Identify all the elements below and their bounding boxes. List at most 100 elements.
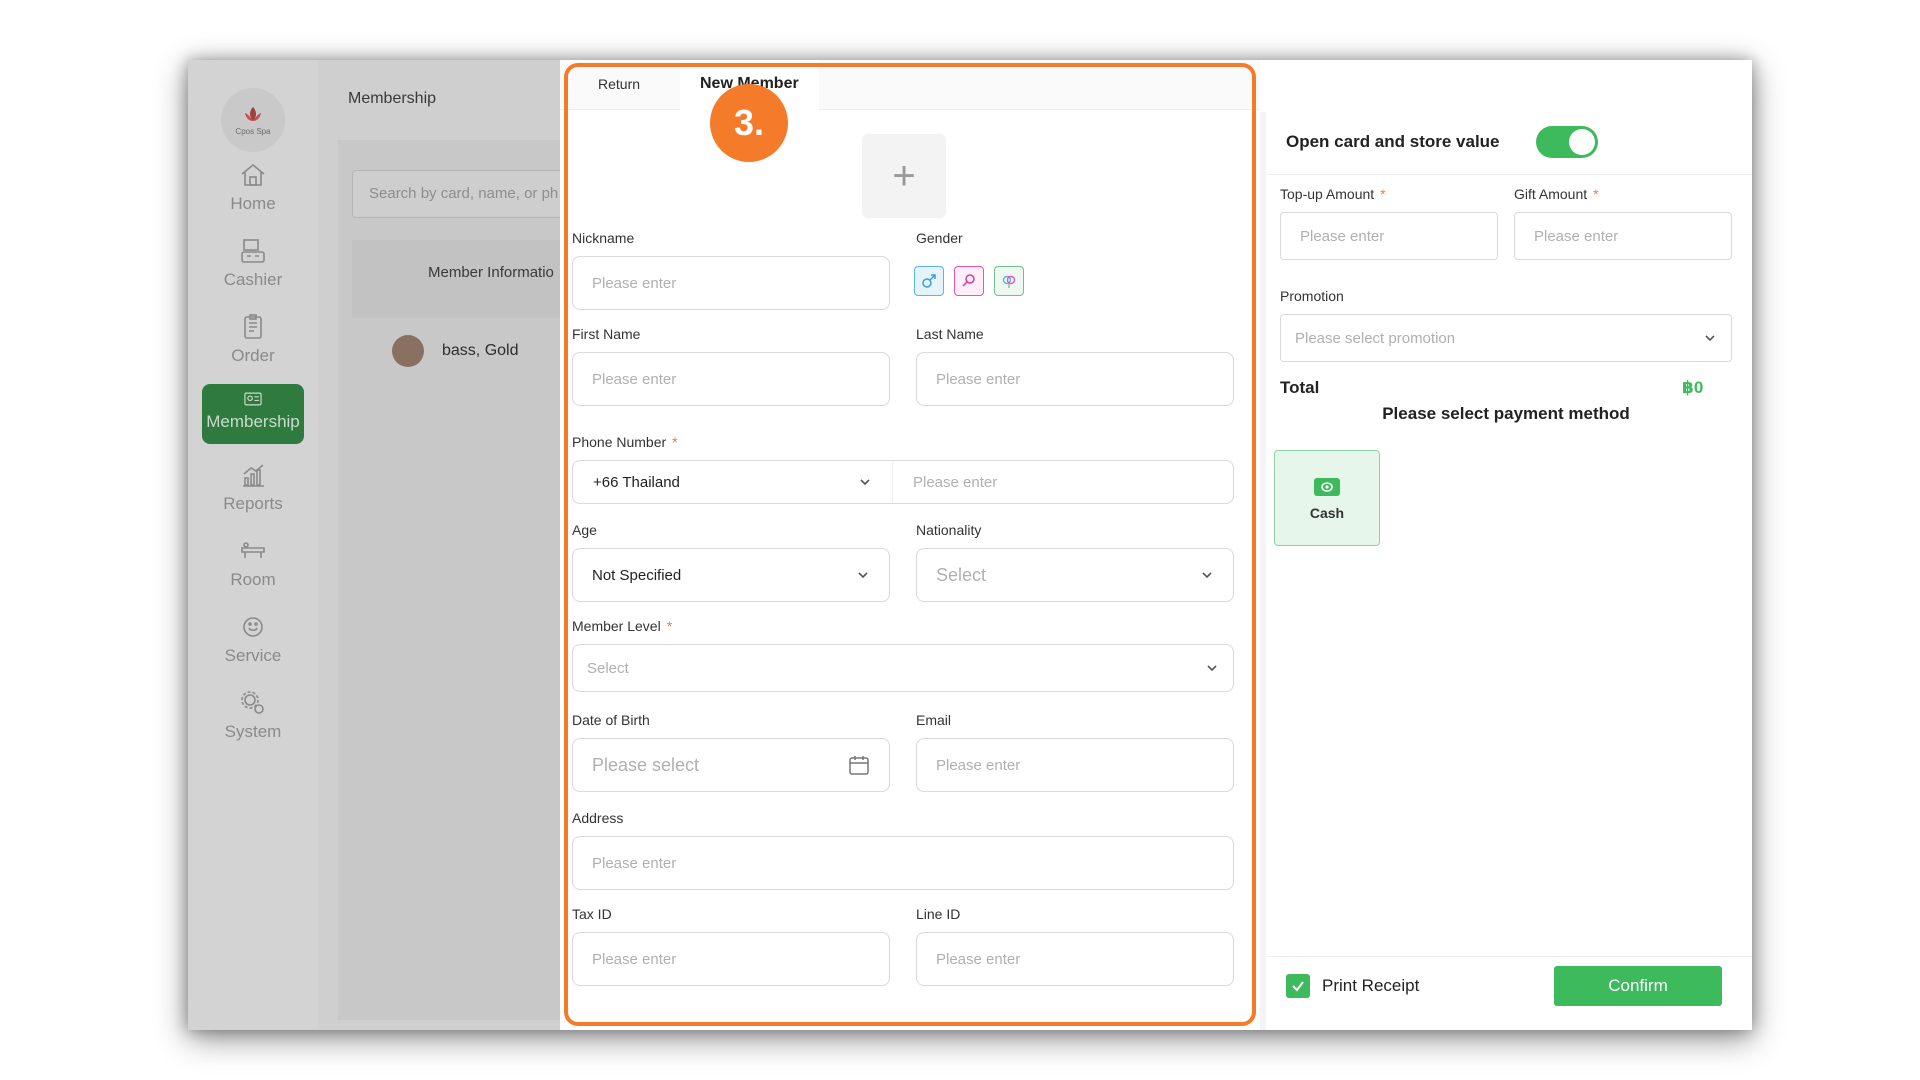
sidebar-item-label: Cashier [223, 270, 283, 289]
last-name-input[interactable]: Please enter [916, 352, 1234, 406]
reports-icon [243, 464, 264, 487]
total-label: Total [1280, 378, 1320, 397]
address-input[interactable]: Please enter [572, 836, 1234, 890]
gender-neutral-icon [1002, 275, 1016, 288]
sidebar-item-cashier[interactable]: Cashier [202, 236, 304, 296]
cashier-icon [241, 239, 265, 263]
checkmark-icon [1292, 981, 1304, 992]
chevron-down-icon [1705, 335, 1715, 342]
gender-male-button[interactable] [914, 266, 944, 296]
sidebar-item-order[interactable]: Order [202, 312, 304, 372]
first-name-input[interactable]: Please enter [572, 352, 890, 406]
divider [1266, 174, 1752, 175]
right-panel-header [1260, 60, 1752, 110]
sidebar-item-room[interactable]: Room [202, 536, 304, 596]
male-icon [922, 274, 936, 288]
nationality-select[interactable]: Select [916, 548, 1234, 602]
dob-placeholder: Please select [592, 754, 700, 775]
panel-divider [1260, 112, 1266, 1030]
new-member-form: Return New Member + Nickname Please ente… [560, 60, 1260, 1030]
required-mark: * [666, 618, 673, 634]
age-label: Age [572, 522, 597, 538]
phone-number-input[interactable]: Please enter [893, 461, 1233, 503]
member-level-select[interactable]: Select [572, 644, 1234, 692]
last-name-placeholder: Please enter [936, 370, 1021, 388]
country-code-value: +66 Thailand [593, 473, 680, 491]
address-label: Address [572, 810, 624, 826]
system-icon [241, 691, 264, 714]
nickname-label: Nickname [572, 230, 635, 246]
country-code-select[interactable]: +66 Thailand [573, 461, 893, 503]
sidebar-item-label: Service [224, 646, 282, 665]
required-mark: * [1593, 186, 1599, 202]
sidebar-item-membership[interactable]: Membership [202, 384, 304, 444]
email-label: Email [916, 712, 952, 728]
cash-label: Cash [1309, 505, 1345, 521]
print-receipt-label[interactable]: Print Receipt [1322, 976, 1419, 996]
sidebar-item-label: System [224, 722, 282, 741]
member-name: bass, Gold [442, 342, 519, 359]
calendar-icon [849, 756, 869, 775]
first-name-placeholder: Please enter [592, 370, 677, 388]
logo-text: Cpos Spa [235, 126, 271, 136]
cash-icon [1314, 478, 1340, 496]
total-value: ฿0 [1682, 378, 1704, 397]
toggle-knob [1569, 129, 1595, 155]
phone-label-text: Phone Number [572, 434, 667, 450]
open-card-title: Open card and store value [1286, 132, 1500, 151]
lotus-logo-icon [245, 106, 261, 121]
tab-return[interactable]: Return [598, 76, 640, 92]
dob-picker[interactable]: Please select [572, 738, 890, 792]
sidebar-item-reports[interactable]: Reports [202, 460, 304, 520]
gender-female-button[interactable] [954, 266, 984, 296]
open-card-toggle[interactable] [1536, 126, 1598, 158]
dob-label: Date of Birth [572, 712, 650, 728]
sidebar-item-service[interactable]: Service [202, 612, 304, 672]
topup-label-text: Top-up Amount [1280, 186, 1375, 202]
promotion-label: Promotion [1280, 288, 1344, 304]
line-id-input[interactable]: Please enter [916, 932, 1234, 986]
sidebar-item-home[interactable]: Home [202, 160, 304, 220]
tax-id-placeholder: Please enter [592, 950, 677, 968]
gender-label: Gender [916, 230, 963, 246]
gift-label-text: Gift Amount [1514, 186, 1588, 202]
email-placeholder: Please enter [936, 756, 1021, 774]
email-input[interactable]: Please enter [916, 738, 1234, 792]
sidebar-item-system[interactable]: System [202, 688, 304, 748]
nickname-input[interactable]: Please enter [572, 256, 890, 310]
form-tab-bar: Return New Member [560, 60, 1260, 110]
chevron-down-icon [858, 572, 868, 579]
promotion-select[interactable]: Please select promotion [1280, 314, 1732, 362]
chevron-down-icon [1202, 572, 1212, 579]
member-level-label: Member Level * [572, 618, 672, 634]
nationality-value: Select [936, 564, 987, 585]
topup-amount-input[interactable]: Please enter [1280, 212, 1498, 260]
phone-label: Phone Number * [572, 434, 678, 450]
female-icon [962, 274, 975, 287]
membership-icon [244, 392, 262, 406]
last-name-label: Last Name [916, 326, 984, 342]
sidebar-item-label: Reports [223, 494, 283, 513]
sidebar-item-label: Home [230, 194, 276, 213]
gift-placeholder: Please enter [1534, 227, 1619, 245]
tax-id-input[interactable]: Please enter [572, 932, 890, 986]
app-window: Cpos Spa Home Cashier Order Membership R… [188, 60, 1752, 1030]
age-select[interactable]: Not Specified [572, 548, 890, 602]
chevron-down-icon [1207, 665, 1217, 672]
required-mark: * [672, 434, 678, 450]
member-level-value: Select [587, 659, 629, 677]
member-level-label-text: Member Level [572, 618, 661, 634]
confirm-button[interactable]: Confirm [1554, 966, 1722, 1006]
sidebar-item-label: Order [231, 346, 275, 365]
gift-amount-input[interactable]: Please enter [1514, 212, 1732, 260]
add-photo-button[interactable]: + [862, 134, 946, 218]
first-name-label: First Name [572, 326, 641, 342]
cash-payment-button[interactable]: Cash [1274, 450, 1380, 546]
screenshot-stage: Cpos Spa Home Cashier Order Membership R… [0, 0, 1920, 1080]
room-icon [241, 542, 265, 558]
gender-other-button[interactable] [994, 266, 1024, 296]
promotion-placeholder: Please select promotion [1295, 329, 1456, 347]
required-mark: * [1380, 186, 1386, 202]
print-receipt-checkbox[interactable] [1286, 974, 1310, 998]
store-value-panel: Open card and store value Top-up Amount *… [1260, 60, 1752, 1030]
